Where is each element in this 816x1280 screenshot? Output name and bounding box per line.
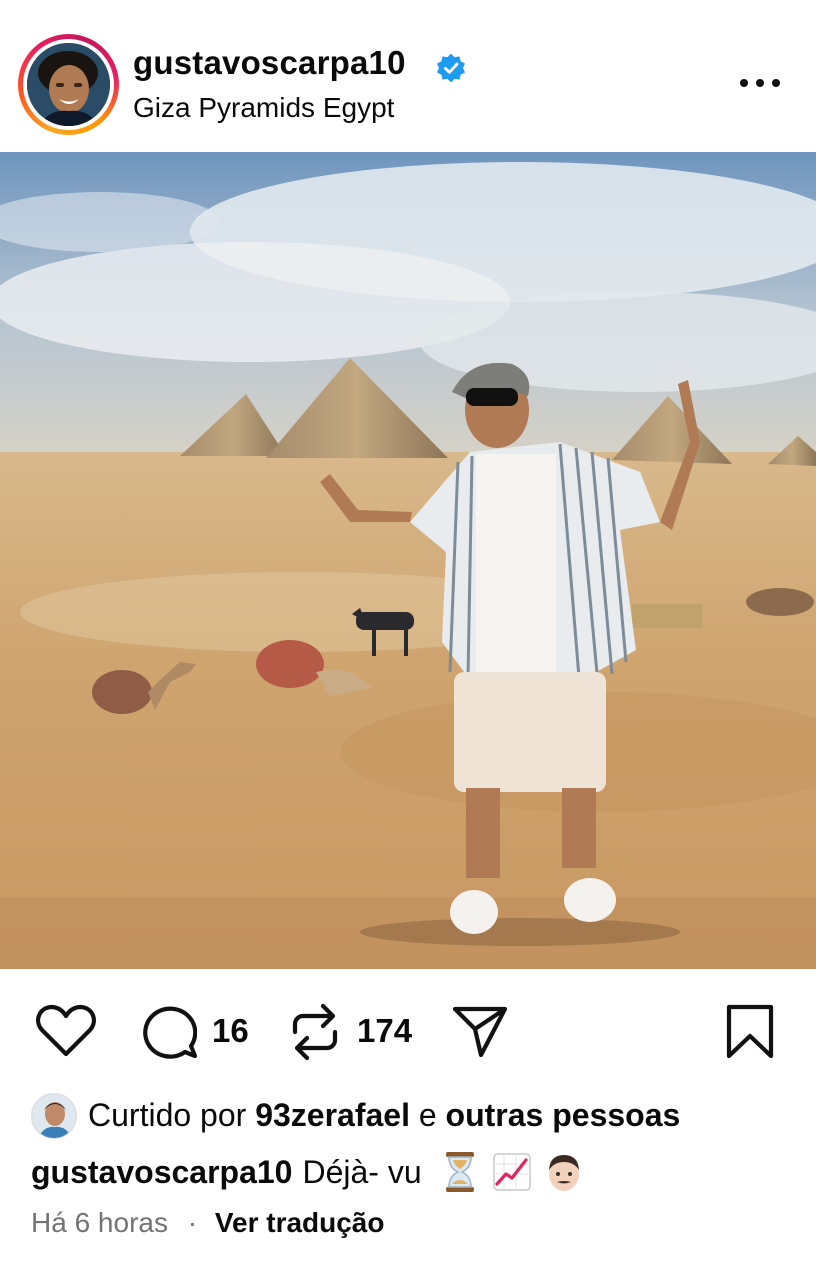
caption-username[interactable]: gustavoscarpa10 xyxy=(31,1154,292,1191)
caption-text: Déjà- vu xyxy=(302,1153,422,1190)
send-icon[interactable] xyxy=(451,1005,509,1059)
post-photo[interactable] xyxy=(0,152,816,969)
post-location[interactable]: Giza Pyramids Egypt xyxy=(133,92,394,124)
bookmark-icon[interactable] xyxy=(725,1004,775,1060)
repost-icon[interactable] xyxy=(289,1002,341,1062)
story-ring[interactable] xyxy=(18,34,119,135)
repost-count[interactable]: 174 xyxy=(357,1012,412,1050)
translate-link[interactable]: Ver tradução xyxy=(215,1207,385,1238)
post-caption: gustavoscarpa10 Déjà- vu xyxy=(31,1150,584,1194)
liker-avatar[interactable] xyxy=(31,1093,77,1139)
comment-icon[interactable] xyxy=(141,1004,197,1060)
liked-by-text: Curtido por 93zerafael e outras pessoas xyxy=(88,1097,681,1133)
meta-separator: · xyxy=(187,1207,198,1238)
liker-username[interactable]: 93zerafael xyxy=(255,1097,410,1133)
liked-by: Curtido por 93zerafael e outras pessoas xyxy=(31,1093,811,1139)
hourglass-emoji xyxy=(445,1152,474,1192)
more-options-icon[interactable] xyxy=(734,66,786,100)
post-header: gustavoscarpa10 Giza Pyramids Egypt xyxy=(0,0,816,152)
profile-avatar[interactable] xyxy=(27,43,110,126)
heart-icon[interactable] xyxy=(36,1004,96,1058)
verified-badge-icon xyxy=(437,53,465,83)
action-bar: 16 174 xyxy=(0,969,816,1089)
post-meta: Há 6 horas · Ver tradução xyxy=(31,1207,385,1239)
comment-count[interactable]: 16 xyxy=(212,1012,249,1050)
others-link[interactable]: outras pessoas xyxy=(446,1097,681,1133)
post-username[interactable]: gustavoscarpa10 xyxy=(133,44,406,82)
chart-increasing-emoji xyxy=(492,1153,531,1191)
post-timestamp: Há 6 horas xyxy=(31,1207,168,1238)
man-emoji xyxy=(548,1155,579,1191)
